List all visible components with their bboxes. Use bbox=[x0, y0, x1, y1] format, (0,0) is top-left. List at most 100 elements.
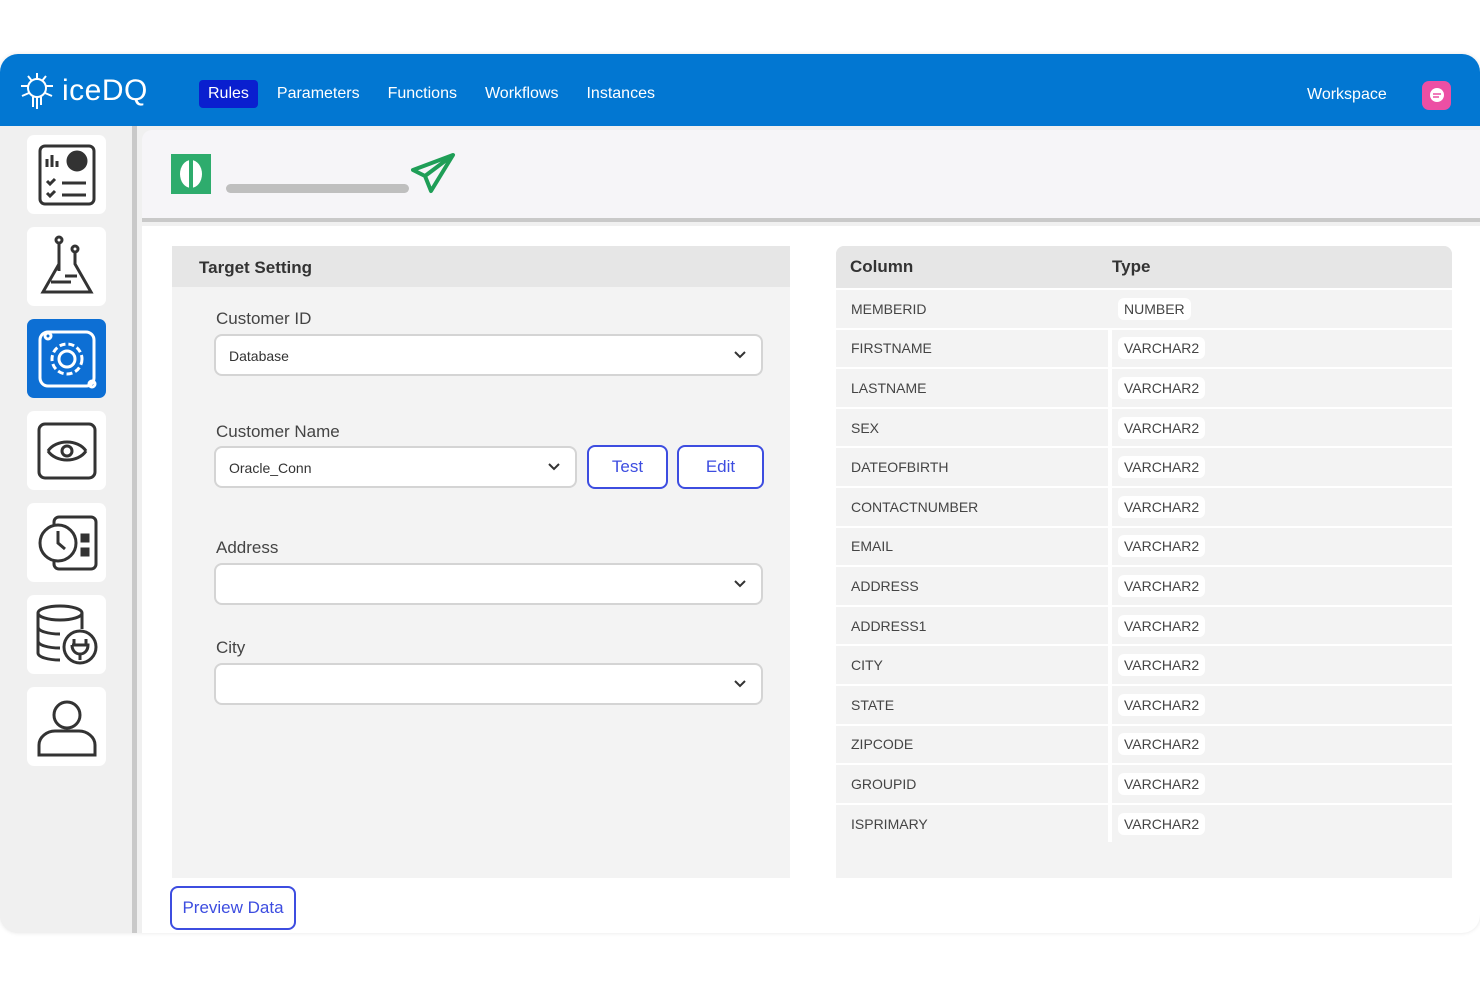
column-type: VARCHAR2 bbox=[1112, 495, 1206, 518]
customer-name-label: Customer Name bbox=[216, 422, 340, 441]
chat-button[interactable] bbox=[1422, 81, 1451, 110]
customer-id-label: Customer ID bbox=[216, 309, 312, 328]
column-name: ADDRESS bbox=[836, 567, 1112, 605]
column-type: VARCHAR2 bbox=[1112, 733, 1206, 756]
table-row[interactable]: SEX VARCHAR2 bbox=[836, 406, 1452, 447]
rules-gear-icon bbox=[38, 330, 96, 388]
rule-title-bar bbox=[142, 130, 1480, 222]
type-pill: VARCHAR2 bbox=[1118, 654, 1206, 677]
type-pill: VARCHAR2 bbox=[1118, 376, 1206, 399]
sidebar-item-user[interactable] bbox=[27, 687, 106, 766]
table-row[interactable]: MEMBERID NUMBER bbox=[836, 288, 1452, 328]
sidebar-item-compare[interactable] bbox=[27, 411, 106, 490]
panel-title: Target Setting bbox=[172, 246, 790, 287]
chevron-down-icon bbox=[734, 580, 746, 588]
nav-rules[interactable]: Rules bbox=[199, 80, 258, 108]
sidebar bbox=[0, 126, 137, 933]
customer-name-select[interactable]: Oracle_Conn bbox=[214, 446, 577, 488]
city-label: City bbox=[216, 638, 246, 657]
column-type: NUMBER bbox=[1112, 297, 1191, 320]
type-pill: VARCHAR2 bbox=[1118, 812, 1206, 835]
table-row[interactable]: EMAIL VARCHAR2 bbox=[836, 525, 1452, 566]
send-icon[interactable] bbox=[410, 152, 456, 194]
column-name: ADDRESS1 bbox=[836, 606, 1112, 645]
nav-workflows[interactable]: Workflows bbox=[476, 80, 568, 108]
table-row[interactable]: DATEOFBIRTH VARCHAR2 bbox=[836, 446, 1452, 486]
column-type: VARCHAR2 bbox=[1112, 693, 1206, 716]
lab-flask-icon bbox=[39, 235, 94, 293]
chevron-down-icon bbox=[734, 351, 746, 359]
column-name: MEMBERID bbox=[851, 300, 927, 317]
nav-instances[interactable]: Instances bbox=[577, 80, 663, 108]
edit-button[interactable]: Edit bbox=[677, 445, 764, 489]
type-pill: VARCHAR2 bbox=[1118, 574, 1206, 597]
select-value: Database bbox=[229, 348, 289, 364]
column-name: DATEOFBIRTH bbox=[836, 448, 1112, 486]
type-pill: VARCHAR2 bbox=[1118, 733, 1206, 756]
column-name: CITY bbox=[836, 646, 1112, 684]
chevron-down-icon bbox=[548, 463, 560, 471]
address-label: Address bbox=[216, 538, 279, 557]
type-pill: VARCHAR2 bbox=[1118, 693, 1206, 716]
column-type: VARCHAR2 bbox=[1112, 812, 1206, 835]
column-name: SEX bbox=[836, 408, 1112, 447]
type-pill: VARCHAR2 bbox=[1118, 337, 1206, 360]
columns-table: Column Type MEMBERID NUMBER FIRSTNAME VARCH… bbox=[836, 246, 1452, 878]
customer-id-select[interactable]: Database bbox=[214, 334, 763, 376]
sidebar-item-dashboard[interactable] bbox=[27, 135, 106, 214]
top-nav-bar: iceDQ Rules Parameters Functions Workflo… bbox=[0, 54, 1480, 126]
column-name: STATE bbox=[836, 685, 1112, 724]
column-name: CONTACTNUMBER bbox=[836, 487, 1112, 526]
preview-data-button[interactable]: Preview Data bbox=[170, 886, 296, 930]
chevron-down-icon bbox=[734, 680, 746, 688]
type-pill: NUMBER bbox=[1118, 297, 1191, 320]
table-row[interactable]: FIRSTNAME VARCHAR2 bbox=[836, 327, 1452, 368]
type-pill: VARCHAR2 bbox=[1118, 614, 1206, 637]
logo-icon bbox=[21, 73, 53, 109]
type-pill: VARCHAR2 bbox=[1118, 416, 1206, 439]
sidebar-item-schedule[interactable] bbox=[27, 503, 106, 582]
column-type: VARCHAR2 bbox=[1112, 614, 1206, 637]
column-name: ZIPCODE bbox=[836, 725, 1112, 764]
select-value: Oracle_Conn bbox=[229, 460, 312, 476]
type-pill: VARCHAR2 bbox=[1118, 456, 1206, 479]
test-button[interactable]: Test bbox=[587, 445, 668, 489]
type-pill: VARCHAR2 bbox=[1118, 535, 1206, 558]
table-row[interactable]: ADDRESS1 VARCHAR2 bbox=[836, 604, 1452, 645]
table-row[interactable]: GROUPID VARCHAR2 bbox=[836, 763, 1452, 803]
nav-functions[interactable]: Functions bbox=[379, 80, 466, 108]
main-nav: Rules Parameters Functions Workflows Ins… bbox=[199, 80, 664, 108]
column-name: FIRSTNAME bbox=[836, 329, 1112, 368]
column-header: Column bbox=[850, 257, 914, 276]
column-type: VARCHAR2 bbox=[1112, 456, 1206, 479]
table-row[interactable]: STATE VARCHAR2 bbox=[836, 683, 1452, 724]
table-body: MEMBERID NUMBER FIRSTNAME VARCHAR2 LASTNAME V… bbox=[836, 288, 1452, 843]
schedule-icon bbox=[38, 515, 97, 570]
sidebar-item-rules[interactable] bbox=[27, 319, 106, 398]
column-type: VARCHAR2 bbox=[1112, 416, 1206, 439]
table-row[interactable]: CITY VARCHAR2 bbox=[836, 644, 1452, 684]
table-row[interactable]: ISPRIMARY VARCHAR2 bbox=[836, 802, 1452, 843]
dashboard-icon bbox=[38, 144, 95, 205]
workspace-link[interactable]: Workspace bbox=[1307, 86, 1387, 104]
sidebar-item-lab[interactable] bbox=[27, 227, 106, 306]
address-select[interactable] bbox=[214, 563, 763, 605]
app-window: iceDQ Rules Parameters Functions Workflo… bbox=[0, 54, 1480, 933]
column-type: VARCHAR2 bbox=[1112, 535, 1206, 558]
column-name: GROUPID bbox=[836, 765, 1112, 803]
rule-name-placeholder[interactable] bbox=[226, 184, 409, 193]
table-row[interactable]: CONTACTNUMBER VARCHAR2 bbox=[836, 485, 1452, 526]
sidebar-item-connections[interactable] bbox=[27, 595, 106, 674]
table-row[interactable]: ADDRESS VARCHAR2 bbox=[836, 565, 1452, 605]
table-row[interactable]: LASTNAME VARCHAR2 bbox=[836, 367, 1452, 407]
brand-name: iceDQ bbox=[62, 74, 148, 107]
column-type: VARCHAR2 bbox=[1112, 772, 1206, 795]
brand-logo[interactable]: iceDQ bbox=[16, 70, 148, 112]
type-pill: VARCHAR2 bbox=[1118, 772, 1206, 795]
column-name: ISPRIMARY bbox=[836, 804, 1112, 843]
nav-parameters[interactable]: Parameters bbox=[268, 80, 369, 108]
city-select[interactable] bbox=[214, 663, 763, 705]
type-header: Type bbox=[1112, 257, 1151, 276]
table-header: Column Type bbox=[836, 246, 1452, 288]
table-row[interactable]: ZIPCODE VARCHAR2 bbox=[836, 723, 1452, 764]
